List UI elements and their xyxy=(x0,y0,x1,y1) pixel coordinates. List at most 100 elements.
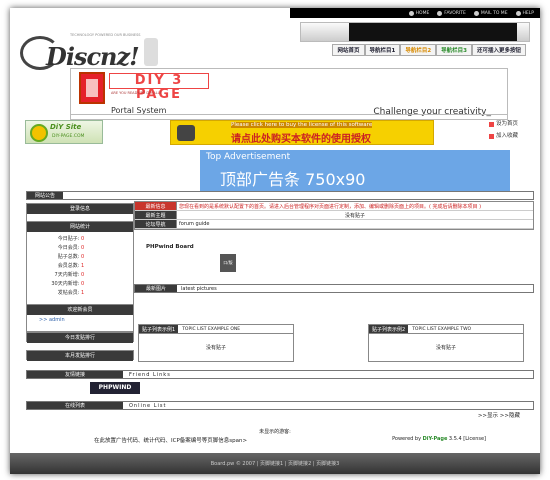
latest-pictures-text: latest pictures xyxy=(181,285,217,292)
stat-row: 30天内新增: 0 xyxy=(51,281,85,287)
forum-guide-text[interactable]: forum guide xyxy=(177,220,533,228)
friend-links-title: Friend Links xyxy=(129,371,171,378)
topic-list-two-label: 贴子列表示例2 xyxy=(369,325,409,333)
hide-online-link[interactable]: >>隐藏 xyxy=(500,413,520,419)
diy-icon xyxy=(79,72,105,104)
notice-label: 网站公告 xyxy=(27,192,64,199)
online-list-title: Online List xyxy=(129,402,167,409)
header: HOME FAVORITE MAIL TO ME HELP TECHNOLOGY… xyxy=(10,8,540,71)
phpwind-board-title[interactable]: PHPwind Board xyxy=(146,244,194,250)
latest-info-row: 最新信息 您现在看到的是系统默认配置下的首页。请进入后台管理程序对页面进行定制，… xyxy=(135,202,533,211)
top-utility-bar: HOME FAVORITE MAIL TO ME HELP xyxy=(290,8,540,18)
topic-list-one-title: TOPIC LIST EXAMPLE ONE xyxy=(182,326,241,332)
banner-underline xyxy=(71,114,507,115)
today-rank-box[interactable]: 今日发贴排行 xyxy=(26,332,134,343)
stat-row: 会员总数: 1 xyxy=(57,263,85,269)
topic-list-two-title: TOPIC LIST EXAMPLE TWO xyxy=(412,326,472,332)
site-logo[interactable]: TECHNOLOGY POWERED OUR BUSINESS Discnz! xyxy=(16,20,186,71)
stats-box: 网站统计 今日贴子: 0 今日会员: 0 贴子总数: 0 会员总数: 1 7天内… xyxy=(26,221,134,314)
page-frame: HOME FAVORITE MAIL TO ME HELP TECHNOLOGY… xyxy=(10,8,540,474)
logo-arrow-icon xyxy=(144,38,158,66)
add-favorite-link[interactable]: 加入收藏 xyxy=(488,130,518,142)
favorite-link[interactable]: FAVORITE xyxy=(437,10,466,16)
main-nav: 网站首页 导航栏目1 导航栏目2 导航栏目3 还可插入更多按钮 xyxy=(332,44,526,56)
latest-info-label: 最新信息 xyxy=(135,202,177,210)
friend-links-bar: 友情链接 Friend Links xyxy=(26,370,534,379)
latest-pictures-row: 最新图片 latest pictures xyxy=(134,284,534,293)
ad-strip: DiY Site DIY-PAGE.COM Please click here … xyxy=(22,120,522,146)
today-rank-title: 今日发贴排行 xyxy=(27,333,133,343)
guest-count-text: 未显示的游客: xyxy=(259,429,291,435)
footer-info-text: 在此放置广告代码、统计代码、ICP备案编号等页脚信息span> xyxy=(94,438,248,444)
diy-site-title: DiY Site xyxy=(50,123,82,131)
license-ad[interactable]: Please click here to buy the license of … xyxy=(170,120,434,145)
home-icon xyxy=(488,121,494,127)
mail-icon xyxy=(473,10,479,16)
banner-challenge-text: Challenge your creativity_ xyxy=(373,107,491,117)
topic-list-two-empty: 没有贴子 xyxy=(435,345,456,351)
nav-item-2[interactable]: 导航栏目2 xyxy=(400,44,437,56)
month-rank-box[interactable]: 本月发贴排行 xyxy=(26,350,134,361)
license-ad-en: Please click here to buy the license of … xyxy=(231,122,373,128)
star-icon xyxy=(437,10,443,16)
top-ad-en: Top Advertisement xyxy=(206,152,291,162)
topic-list-one-label: 贴子列表示例1 xyxy=(139,325,179,333)
nav-item-1[interactable]: 导航栏目1 xyxy=(364,44,401,56)
board-icon[interactable]: 口/版 xyxy=(220,254,236,272)
stat-row: 贴子总数: 0 xyxy=(57,254,85,260)
main-info-table: 最新信息 您现在看到的是系统默认配置下的首页。请进入后台管理程序对页面进行定制，… xyxy=(134,201,534,230)
diy-site-ad[interactable]: DiY Site DIY-PAGE.COM xyxy=(25,120,103,144)
login-title: 登录信息 xyxy=(27,204,133,214)
stat-row: 今日会员: 0 xyxy=(57,245,85,251)
diy-site-url: DIY-PAGE.COM xyxy=(52,134,85,139)
show-online-link[interactable]: >>显示 xyxy=(478,413,498,419)
set-home-link[interactable]: 设为首页 xyxy=(488,118,518,130)
topic-list-one-empty: 没有贴子 xyxy=(205,345,226,351)
new-members-title: 欢迎新会员 xyxy=(27,305,133,315)
site-notice-bar: 网站公告 xyxy=(26,191,534,200)
top-ad-cn: 顶部广告条 750x90 xyxy=(220,170,366,189)
latest-pictures-label: 最新图片 xyxy=(135,285,177,292)
help-link[interactable]: HELP xyxy=(515,10,534,16)
topic-list-two: 贴子列表示例2 TOPIC LIST EXAMPLE TWO 没有贴子 xyxy=(368,324,524,362)
banner-diy-text: DIY 3 PAGE xyxy=(109,73,209,102)
stat-row: 7天内新增: 0 xyxy=(54,272,85,278)
forum-guide-label: 论坛导航 xyxy=(135,220,177,228)
logo-tagline: TECHNOLOGY POWERED OUR BUSINESS xyxy=(70,33,141,37)
stat-row: 今日贴子: 0 xyxy=(57,236,85,242)
help-icon xyxy=(515,10,521,16)
nav-home[interactable]: 网站首页 xyxy=(332,44,365,56)
phpwind-link-logo[interactable]: PHPWIND xyxy=(90,382,140,394)
bottom-links[interactable]: Board.pw © 2007 | 页脚链接1 | 页脚链接2 | 页脚链接3 xyxy=(211,460,340,467)
month-rank-title: 本月发贴排行 xyxy=(27,351,133,361)
home-link[interactable]: HOME xyxy=(408,10,429,16)
logo-text: Discnz! xyxy=(46,42,140,71)
nav-decoration xyxy=(300,22,530,42)
latest-topic-row: 最新主题 没有贴子 xyxy=(135,211,533,220)
license-ad-cn: 请点此处购买本软件的使用授权 xyxy=(231,134,371,145)
stat-row: 发帖会员: 1 xyxy=(57,290,85,296)
member-link[interactable]: >> admin xyxy=(27,315,133,325)
banner-subtext: ARE YOU READY TO DIY ALL? xyxy=(111,91,162,95)
nav-more[interactable]: 还可插入更多按钮 xyxy=(471,44,526,56)
portal-banner[interactable]: DIY 3 PAGE ARE YOU READY TO DIY ALL? Por… xyxy=(70,68,508,120)
online-list-bar: 在线列表 Online List xyxy=(26,401,534,410)
nav-item-3[interactable]: 导航栏目3 xyxy=(436,44,472,56)
bottom-bar: Board.pw © 2007 | 页脚链接1 | 页脚链接2 | 页脚链接3 xyxy=(10,453,540,474)
home-icon xyxy=(408,10,414,16)
show-hide-controls: >>显示 >>隐藏 xyxy=(478,411,520,419)
megaphone-icon xyxy=(177,125,195,141)
new-members-box: 欢迎新会员 >> admin xyxy=(26,304,134,332)
powered-by: Powered by DiY-Page 3.5.4 [License] xyxy=(392,436,486,442)
powered-brand-link[interactable]: DiY-Page xyxy=(423,436,448,442)
globe-icon xyxy=(30,124,48,142)
latest-info-text: 您现在看到的是系统默认配置下的首页。请进入后台管理程序对页面进行定制，添加、编辑… xyxy=(179,203,482,210)
latest-topic-text: 没有贴子 xyxy=(344,212,365,219)
quick-links: 设为首页 加入收藏 xyxy=(488,118,518,142)
friend-links-label: 友情链接 xyxy=(27,371,123,378)
top-advertisement[interactable]: Top Advertisement 顶部广告条 750x90 xyxy=(200,150,510,194)
stats-title: 网站统计 xyxy=(27,222,133,232)
star-icon xyxy=(488,133,494,139)
mail-link[interactable]: MAIL TO ME xyxy=(473,10,508,16)
topic-list-one: 贴子列表示例1 TOPIC LIST EXAMPLE ONE 没有贴子 xyxy=(138,324,294,362)
